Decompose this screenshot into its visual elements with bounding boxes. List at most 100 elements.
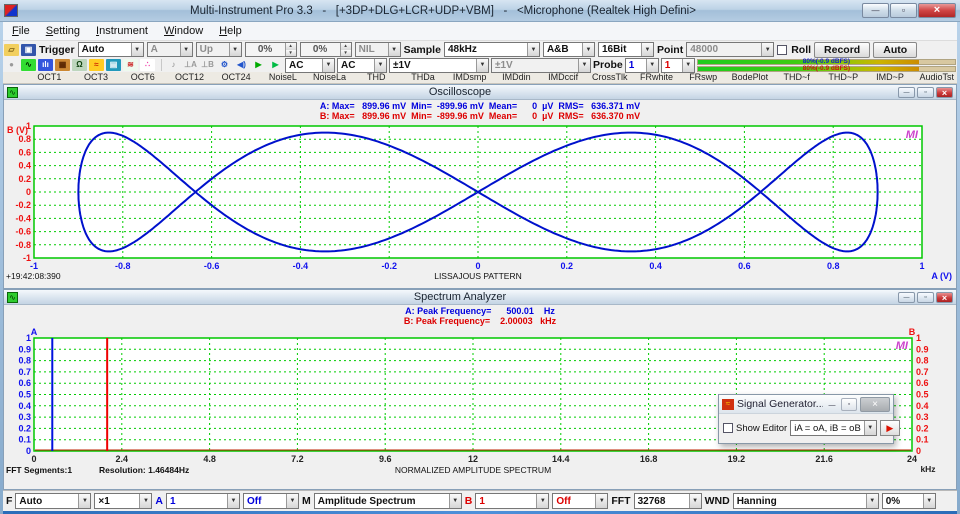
play-button[interactable] [879,420,900,436]
lcr-meter-icon[interactable]: ∴ [140,59,155,71]
fft-size-select[interactable]: 32768 [633,493,702,509]
range-b-select[interactable]: ±1V [491,57,591,73]
tab-frswp[interactable]: FRswp [680,72,727,83]
roll-checkbox[interactable]: Roll [777,44,811,56]
record-button[interactable]: Record [814,41,871,58]
restore-button[interactable] [917,291,934,303]
close-button[interactable] [936,86,953,98]
menu-file[interactable]: File [4,24,38,38]
overlap-select[interactable]: 0% [881,493,936,509]
svg-text:-0.8: -0.8 [115,261,131,271]
svg-text:0: 0 [475,261,480,271]
oscilloscope-titlebar[interactable]: Oscilloscope [4,85,956,100]
sample-rate-select[interactable]: 48kHz [443,42,540,57]
x-zoom-select[interactable]: ×1 [94,493,153,509]
spinner-arrows-icon[interactable]: ▲ ▼ [284,43,296,56]
toolbar-instruments: ●∿ılı▦Ω≈▤≋∴♪⊥A⊥B⚙◀)▶▶ AC AC ±1V ±1V Prob… [0,57,960,73]
tab-oct12[interactable]: OCT12 [166,72,213,83]
speaker-icon[interactable]: ◀) [234,59,249,71]
tab-crosstlk[interactable]: CrossTlk [586,72,633,83]
tab-thd[interactable]: THD [353,72,400,83]
tab-audiotst[interactable]: AudioTst [913,72,960,83]
run-icon[interactable]: ▶ [251,59,266,71]
tab-noisela[interactable]: NoiseLa [306,72,353,83]
device-test-plan-icon[interactable]: ▤ [106,59,121,71]
hpf-select[interactable]: NIL [354,42,401,57]
menu-window[interactable]: Window [156,24,211,38]
autoscale-button[interactable]: Auto [873,41,918,58]
tab-imdsmp[interactable]: IMDsmp [446,72,493,83]
tab-oct6[interactable]: OCT6 [119,72,166,83]
minimize-button[interactable] [862,3,889,18]
restore-button[interactable] [890,3,917,18]
minimize-button[interactable] [826,399,838,409]
tab-thd~f[interactable]: THD~f [773,72,820,83]
tab-oct24[interactable]: OCT24 [213,72,260,83]
probe-calibration-icon[interactable]: ⚙ [217,59,232,71]
tab-thda[interactable]: THDa [400,72,447,83]
spectrum-analyzer-titlebar[interactable]: Spectrum Analyzer [4,290,956,305]
close-button[interactable] [936,291,953,303]
dropdown-arrow-icon [681,58,694,72]
spinner-arrows-icon[interactable]: ▲ ▼ [339,43,351,56]
tab-imddin[interactable]: IMDdin [493,72,540,83]
tab-imdccif[interactable]: IMDccif [540,72,587,83]
tab-bodeplot[interactable]: BodePlot [727,72,774,83]
menu-instrument[interactable]: Instrument [88,24,156,38]
tab-oct3[interactable]: OCT3 [73,72,120,83]
tab-imd~p[interactable]: IMD~P [867,72,914,83]
dropdown-arrow-icon [640,43,653,56]
routing-select[interactable]: iA = oA, iB = oB [790,420,877,436]
signal-generator-titlebar[interactable]: Signal Generator... [719,395,893,414]
multimeter-icon[interactable]: Ω [72,59,87,71]
coupling-a-select[interactable]: AC [285,57,335,73]
derived-data-point-icon[interactable]: ≋ [123,59,138,71]
ground-a-icon[interactable]: ⊥A [183,59,198,71]
signal-generator-icon[interactable]: ≈ [89,59,104,71]
close-button[interactable] [918,3,956,18]
display-mode-select[interactable]: Amplitude Spectrum [313,493,462,509]
range-a-select[interactable]: ±1V [389,57,489,73]
probe-a-select[interactable]: 1 [624,57,659,73]
ground-b-icon[interactable]: ⊥B [200,59,215,71]
open-icon[interactable]: ▱ [4,43,19,56]
trigger-mode-select[interactable]: Auto [77,42,144,57]
probe-b-select[interactable]: 1 [660,57,695,73]
trigger-delay-spinner[interactable]: 0% ▲ ▼ [299,42,352,57]
tab-frwhite[interactable]: FRwhite [633,72,680,83]
bit-depth-select[interactable]: 16Bit [597,42,654,57]
restore-button[interactable] [917,86,934,98]
a-mode-select[interactable]: Off [243,493,300,509]
menu-setting[interactable]: Setting [38,24,88,38]
trigger-source-select[interactable]: A [146,42,193,57]
window-function-select[interactable]: Hanning [732,493,879,509]
restore-button[interactable] [841,397,857,411]
window-titlebar[interactable]: Multi-Instrument Pro 3.3 - [+3DP+DLG+LCR… [0,0,960,22]
record-icon[interactable]: ● [4,59,19,71]
close-button[interactable] [860,396,890,412]
b-gain-select[interactable]: 1 [475,493,550,509]
coupling-b-select[interactable]: AC [337,57,387,73]
svg-text:+19:42:08:390: +19:42:08:390 [6,271,61,281]
tab-noisel[interactable]: NoiseL [260,72,307,83]
spectrum-3d-plot-icon[interactable]: ▦ [55,59,70,71]
spectrum-analyzer-icon[interactable]: ılı [38,59,53,71]
minimize-button[interactable] [898,86,915,98]
freq-axis-mode-select[interactable]: Auto [15,493,92,509]
tab-oct1[interactable]: OCT1 [26,72,73,83]
show-editor-checkbox[interactable] [723,423,733,433]
a-gain-select[interactable]: 1 [166,493,241,509]
b-mode-select[interactable]: Off [552,493,609,509]
sampling-channels-select[interactable]: A&B [542,42,595,57]
sampling-points-select[interactable]: 48000 [686,42,775,57]
analysis-tabstrip: OCT1 OCT3 OCT6 OCT12 OCT24 NoiseL NoiseLa THD TH… [0,72,960,84]
oscilloscope-icon[interactable]: ∿ [21,59,36,71]
trigger-edge-select[interactable]: Up [195,42,242,57]
save-icon[interactable]: ▣ [21,43,36,56]
input-device-icon[interactable]: ♪ [166,59,181,71]
tab-thd~p[interactable]: THD~P [820,72,867,83]
menu-help[interactable]: Help [211,24,250,38]
trigger-level-spinner[interactable]: 0% ▲ ▼ [244,42,297,57]
run-loop-icon[interactable]: ▶ [268,59,283,71]
minimize-button[interactable] [898,291,915,303]
